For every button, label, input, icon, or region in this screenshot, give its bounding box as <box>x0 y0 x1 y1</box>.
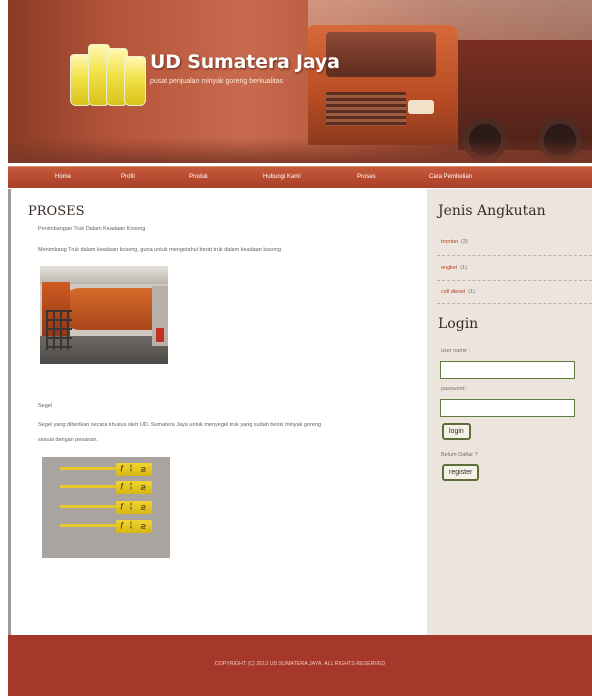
angkutan-link-engkel[interactable]: engkel (1) <box>441 265 467 271</box>
header-truck-window <box>326 32 436 77</box>
password-input[interactable] <box>440 399 575 417</box>
bottle-icon <box>124 56 146 106</box>
photo-scaffold <box>46 310 72 350</box>
page-frame: UD Sumatera Jaya pusat penjualan minyak … <box>8 0 592 696</box>
angkutan-count: (1) <box>460 265 467 271</box>
main-content: PROSES Penimbangan Truk Dalam Keadaan Ko… <box>8 189 427 635</box>
nav-produk[interactable]: Produk <box>189 174 208 180</box>
angkutan-link-tronton[interactable]: tronton (3) <box>441 239 468 245</box>
site-footer: COPYRIGHT (C) 2013 UD.SUMATERA JAYA. ALL… <box>8 635 592 696</box>
section-text-segel-line1: Segel yang diberikan secara khusus oleh … <box>38 422 322 428</box>
header-truck-grill <box>326 92 406 126</box>
angkutan-label[interactable]: engkel <box>441 265 457 271</box>
page-title: PROSES <box>28 204 85 219</box>
username-label: user name : <box>441 348 471 354</box>
copyright-text: COPYRIGHT (C) 2013 UD.SUMATERA JAYA. ALL… <box>214 661 386 667</box>
password-label: password : <box>441 386 468 392</box>
belum-daftar-text: Belum Daftar ? <box>441 452 478 458</box>
photo-red-detail <box>156 328 164 342</box>
seal-item: ƒ ¦ ㄹ <box>60 481 152 494</box>
site-header: UD Sumatera Jaya pusat penjualan minyak … <box>8 0 592 163</box>
jenis-angkutan-heading: Jenis Angkutan <box>438 203 546 219</box>
header-ground <box>8 138 592 163</box>
angkutan-count: (3) <box>461 239 468 245</box>
main-nav: Home Profil Produk Hubungi Kami Proses C… <box>8 166 592 188</box>
section-title-segel: Segel <box>38 403 53 409</box>
login-button[interactable]: login <box>442 423 471 440</box>
angkutan-link-coll-diesel[interactable]: coll diesel (1) <box>441 289 475 295</box>
username-input[interactable] <box>440 361 575 379</box>
header-truck-light <box>408 100 434 114</box>
seal-item: ƒ ¦ ㄹ <box>60 520 152 533</box>
seal-item: ƒ ¦ ㄹ <box>60 463 152 476</box>
register-button[interactable]: register <box>442 464 480 481</box>
site-tagline: pusat penjualan minyak goreng berkualita… <box>150 78 284 85</box>
seal-item: ƒ ¦ ㄹ <box>60 501 152 514</box>
angkutan-label[interactable]: coll diesel <box>441 289 465 295</box>
nav-proses[interactable]: Proses <box>357 174 376 180</box>
nav-cara-pembelian[interactable]: Cara Pembelian <box>429 174 472 180</box>
nav-home[interactable]: Home <box>55 174 71 180</box>
section-text-penimbangan: Menimbang Truk dalam keadaan kosong, gun… <box>38 247 282 253</box>
divider <box>437 303 592 304</box>
oil-bottles-logo <box>70 38 148 106</box>
site-title[interactable]: UD Sumatera Jaya <box>150 51 340 73</box>
divider <box>437 280 592 281</box>
login-heading: Login <box>438 316 479 332</box>
truck-weighing-photo <box>40 266 168 364</box>
nav-profil[interactable]: Profil <box>121 174 135 180</box>
nav-hubungi-kami[interactable]: Hubungi Kami <box>263 174 301 180</box>
angkutan-count: (1) <box>468 289 475 295</box>
seal-photo: ƒ ¦ ㄹ ƒ ¦ ㄹ ƒ ¦ ㄹ ƒ ¦ ㄹ <box>42 457 170 558</box>
section-text-segel-line2: sesuai dengan pesanan. <box>38 437 98 443</box>
angkutan-label[interactable]: tronton <box>441 239 458 245</box>
divider <box>437 255 592 256</box>
sidebar: Jenis Angkutan tronton (3) engkel (1) coll… <box>427 189 592 635</box>
section-title-penimbangan: Penimbangan Truk Dalam Keadaan Kosong <box>38 226 146 232</box>
